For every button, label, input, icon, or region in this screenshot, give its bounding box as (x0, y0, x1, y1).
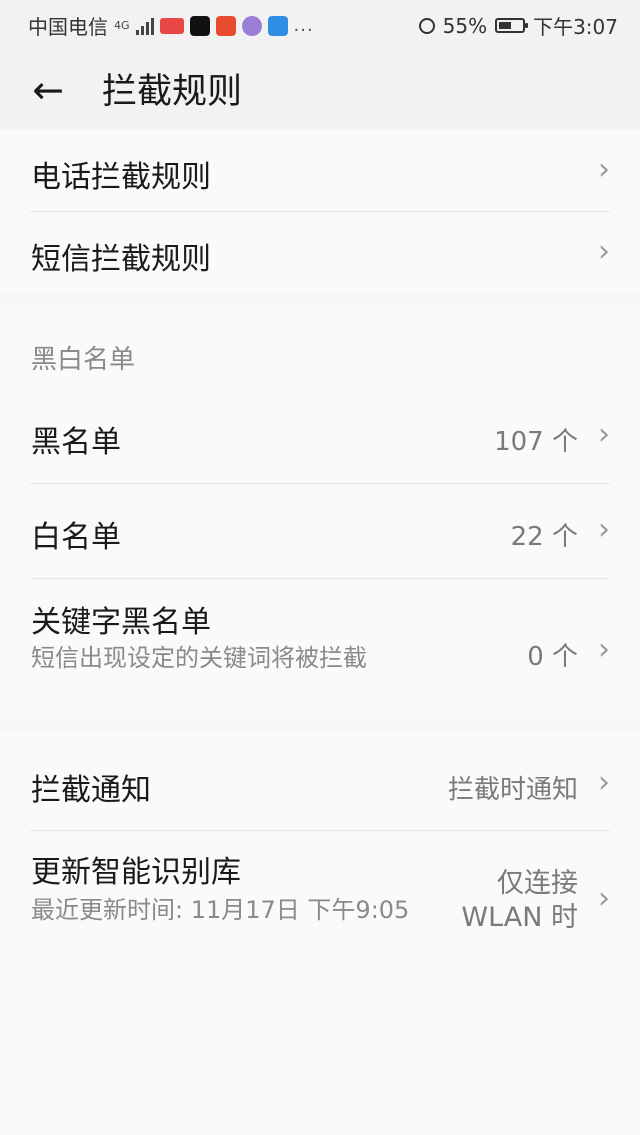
clock-time: 下午3:07 (533, 15, 618, 39)
back-arrow-icon: ← (32, 68, 64, 112)
chevron-right-icon: › (598, 881, 610, 916)
chevron-right-icon: › (598, 417, 610, 452)
sms-intercept-rules-row[interactable]: 短信拦截规则 › (0, 212, 640, 293)
app-notification-icon (241, 15, 262, 36)
update-condition-line: WLAN 时 (461, 902, 578, 933)
carrier-label: 中国电信 (28, 15, 108, 39)
chevron-right-icon: › (598, 152, 610, 187)
row-label: 电话拦截规则 (31, 160, 211, 195)
row-label: 拦截通知 (31, 773, 151, 808)
alarm-icon (418, 17, 435, 34)
signal-icon (135, 17, 154, 35)
last-update-time: 最近更新时间: 11月17日 下午9:05 (31, 896, 410, 924)
battery-fill (499, 22, 512, 29)
app-notification-icon (159, 17, 184, 34)
chevron-right-icon: › (598, 234, 610, 269)
battery-icon (495, 18, 529, 33)
alipay-icon (267, 15, 288, 36)
blacklist-row[interactable]: 黑名单 107 个 › (0, 389, 640, 483)
status-left: 中国电信 4G ... (28, 11, 314, 40)
call-intercept-rules-row[interactable]: 电话拦截规则 › (0, 130, 640, 212)
app-header: ← 拦截规则 (0, 48, 640, 130)
app-notification-icon (215, 15, 236, 36)
network-type: 4G (114, 18, 130, 32)
notification-value: 拦截时通知 (447, 775, 578, 805)
tiktok-icon (189, 15, 210, 36)
status-bar: 中国电信 4G ... 55% 下午3:07 (0, 0, 640, 48)
row-description: 短信出现设定的关键词将被拦截 (31, 644, 367, 672)
update-recognition-db-row[interactable]: 更新智能识别库 最近更新时间: 11月17日 下午9:05 仅连接 WLAN 时… (0, 831, 640, 971)
status-right: 55% 下午3:07 (418, 11, 618, 40)
row-label: 白名单 (31, 520, 121, 555)
section-header: 黑白名单 (31, 345, 136, 375)
chevron-right-icon: › (598, 512, 610, 547)
update-condition-line: 仅连接 (497, 868, 578, 899)
more-notifications-icon: ... (293, 15, 314, 36)
update-condition: 仅连接 WLAN 时 (461, 867, 578, 935)
settings-card: 拦截通知 拦截时通知 › 更新智能识别库 最近更新时间: 11月17日 下午9:… (0, 733, 640, 1135)
battery-percent: 55% (442, 13, 488, 38)
keyword-count: 0 个 (527, 642, 578, 672)
row-label: 黑名单 (31, 425, 121, 460)
intercept-notification-row[interactable]: 拦截通知 拦截时通知 › (0, 733, 640, 830)
whitelist-count: 22 个 (510, 522, 578, 552)
rules-card: 电话拦截规则 › 短信拦截规则 › (0, 130, 640, 293)
row-label: 更新智能识别库 (31, 855, 241, 890)
whitelist-row[interactable]: 白名单 22 个 › (0, 484, 640, 578)
row-label: 关键字黑名单 (31, 605, 211, 640)
lists-card: 黑白名单 黑名单 107 个 › 白名单 22 个 › 关键字黑名单 短信出现设… (0, 305, 640, 720)
back-button[interactable]: ← (20, 62, 76, 118)
page-title: 拦截规则 (102, 72, 243, 112)
chevron-right-icon: › (598, 765, 610, 800)
chevron-right-icon: › (598, 632, 610, 667)
keyword-blacklist-row[interactable]: 关键字黑名单 短信出现设定的关键词将被拦截 0 个 › (0, 579, 640, 720)
row-label: 短信拦截规则 (31, 242, 211, 277)
blacklist-count: 107 个 (494, 427, 578, 457)
